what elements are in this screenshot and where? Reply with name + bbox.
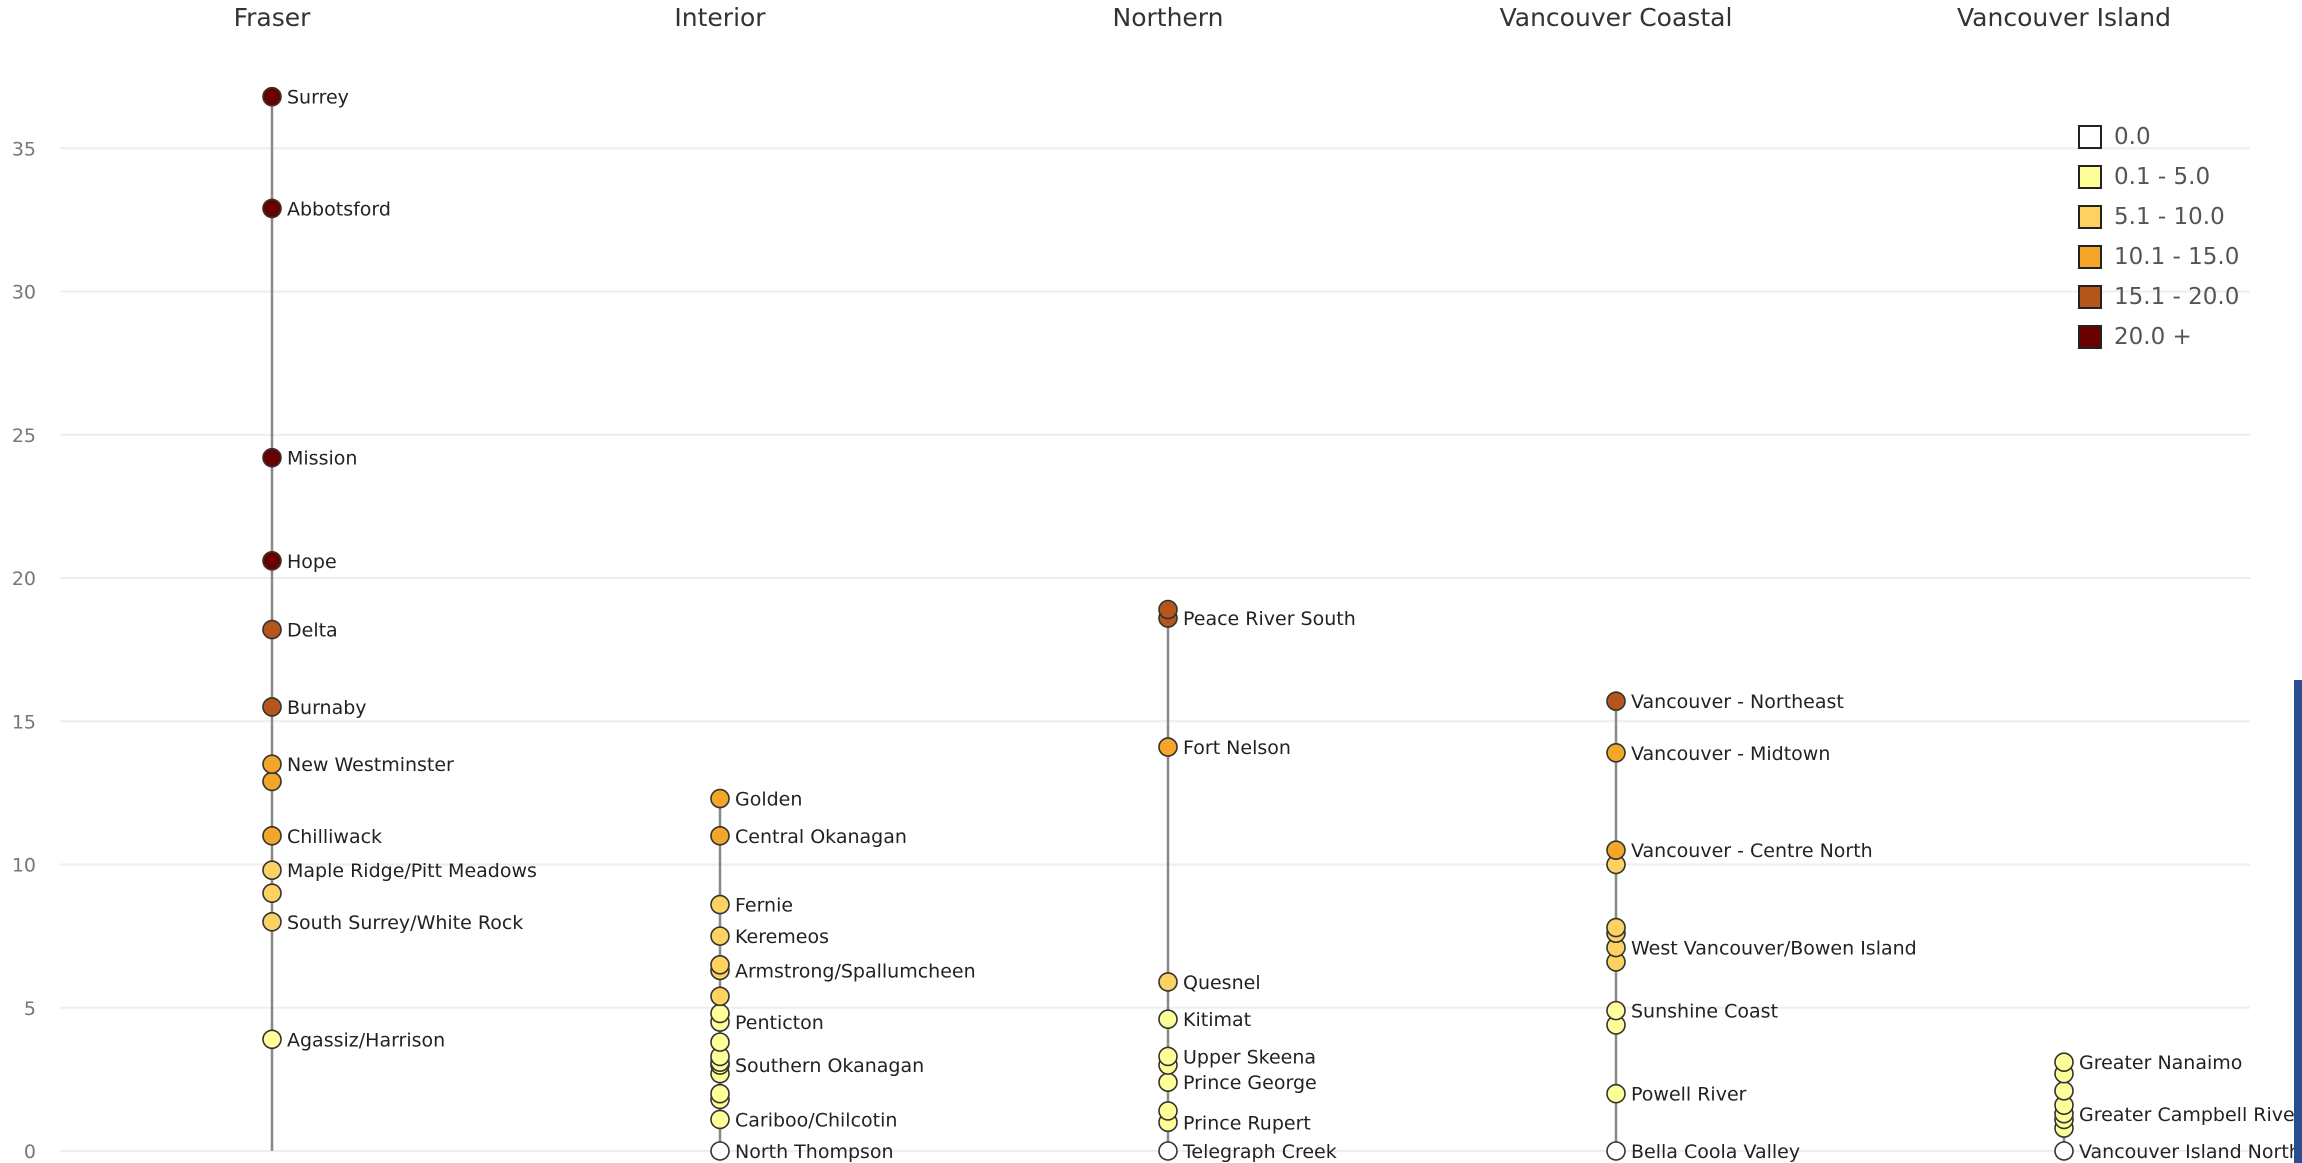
data-point (262, 771, 282, 792)
y-tick-label: 25 (12, 425, 36, 447)
data-point (710, 954, 730, 975)
point-label: Central Okanagan (735, 826, 907, 848)
data-point (262, 551, 282, 571)
data-point (262, 911, 282, 932)
point-label: Keremeos (735, 926, 829, 948)
column-header: Fraser (234, 3, 312, 32)
y-tick-label: 0 (24, 1141, 36, 1163)
point-label: Chilliwack (287, 826, 382, 848)
data-point (262, 86, 282, 107)
point-label: Burnaby (287, 697, 367, 719)
data-point (1158, 1101, 1178, 1121)
point-label: South Surrey/White Rock (287, 912, 523, 934)
dot-plot-chart: 0 5 10 15 20 25 30 35 Fraser Surrey Abbotsford Miss… (12, 3, 2302, 1163)
point-label: Fort Nelson (1183, 737, 1291, 759)
data-point (710, 1141, 730, 1161)
data-point (262, 754, 282, 775)
point-label: Southern Okanagan (735, 1055, 924, 1077)
y-tick-label: 5 (24, 998, 36, 1020)
point-label: Peace River South (1183, 608, 1356, 630)
data-point (262, 697, 282, 717)
data-point (1158, 972, 1178, 992)
point-label: Vancouver - Midtown (1631, 743, 1830, 765)
data-point (710, 986, 730, 1007)
data-point (710, 926, 730, 946)
point-label: Greater Nanaimo (2079, 1052, 2242, 1074)
data-point (1606, 691, 1626, 711)
y-tick-label: 10 (12, 855, 36, 877)
column-header: Northern (1113, 3, 1224, 32)
point-label: Sunshine Coast (1631, 1001, 1778, 1023)
data-point (2054, 1081, 2074, 1101)
data-point (1158, 1009, 1178, 1030)
data-point (2054, 1052, 2074, 1072)
y-tick-label: 30 (12, 282, 36, 304)
data-point (262, 447, 282, 468)
point-label: Telegraph Creek (1182, 1141, 1337, 1163)
point-label: Surrey (287, 87, 349, 109)
data-point (1158, 737, 1178, 757)
point-label: Bella Coola Valley (1631, 1141, 1800, 1163)
data-point (262, 883, 282, 903)
data-point (2054, 1141, 2074, 1161)
data-point (710, 826, 730, 846)
data-point (710, 788, 730, 809)
y-tick-label: 15 (12, 711, 36, 733)
point-label: Kitimat (1183, 1009, 1251, 1031)
data-point (710, 894, 730, 915)
data-point (262, 619, 282, 640)
data-point (710, 1032, 730, 1052)
point-label: Golden (735, 789, 802, 811)
point-label: Fernie (735, 895, 793, 917)
data-point (1606, 840, 1626, 860)
data-point (262, 1029, 282, 1050)
point-label: New Westminster (287, 754, 454, 776)
point-label: Prince Rupert (1183, 1112, 1311, 1134)
point-label: Armstrong/Spallumcheen (735, 961, 976, 983)
data-point (1606, 917, 1626, 938)
data-point (1158, 1141, 1178, 1161)
data-point (262, 826, 282, 846)
data-point (710, 1003, 730, 1024)
point-label: Delta (287, 620, 338, 642)
data-point (262, 198, 282, 219)
point-label: Hope (287, 551, 337, 573)
point-label: Penticton (735, 1012, 824, 1034)
point-label: Quesnel (1183, 972, 1261, 994)
data-point (1606, 1000, 1626, 1021)
point-label: West Vancouver/Bowen Island (1631, 938, 1917, 960)
point-label: Powell River (1631, 1084, 1747, 1106)
data-point (1158, 1046, 1178, 1067)
point-label: Greater Campbell River (2079, 1104, 2302, 1126)
data-point (262, 860, 282, 881)
point-label: Abbotsford (287, 198, 391, 220)
point-label: Agassiz/Harrison (287, 1029, 445, 1051)
data-point (1606, 1141, 1626, 1161)
y-tick-label: 20 (12, 568, 36, 590)
point-label: Cariboo/Chilcotin (735, 1109, 897, 1131)
data-point (710, 1109, 730, 1130)
column-header: Vancouver Coastal (1500, 3, 1733, 32)
column-header: Vancouver Island (1957, 3, 2171, 32)
data-point (1158, 1072, 1178, 1093)
point-label: Maple Ridge/Pitt Meadows (287, 860, 537, 882)
data-point (1606, 742, 1626, 763)
point-label: Prince George (1183, 1072, 1317, 1094)
point-label: Mission (287, 448, 357, 470)
data-point (710, 1083, 730, 1104)
point-label: Vancouver Island North (2079, 1141, 2301, 1163)
window-edge-bar (2294, 680, 2302, 1163)
point-label: North Thompson (735, 1141, 894, 1163)
point-label: Vancouver - Northeast (1631, 691, 1844, 713)
data-point (1158, 599, 1178, 620)
data-point (1606, 1083, 1626, 1104)
y-tick-label: 35 (12, 138, 36, 160)
column-header: Interior (674, 3, 766, 32)
point-label: Upper Skeena (1183, 1046, 1316, 1068)
point-label: Vancouver - Centre North (1631, 840, 1873, 862)
